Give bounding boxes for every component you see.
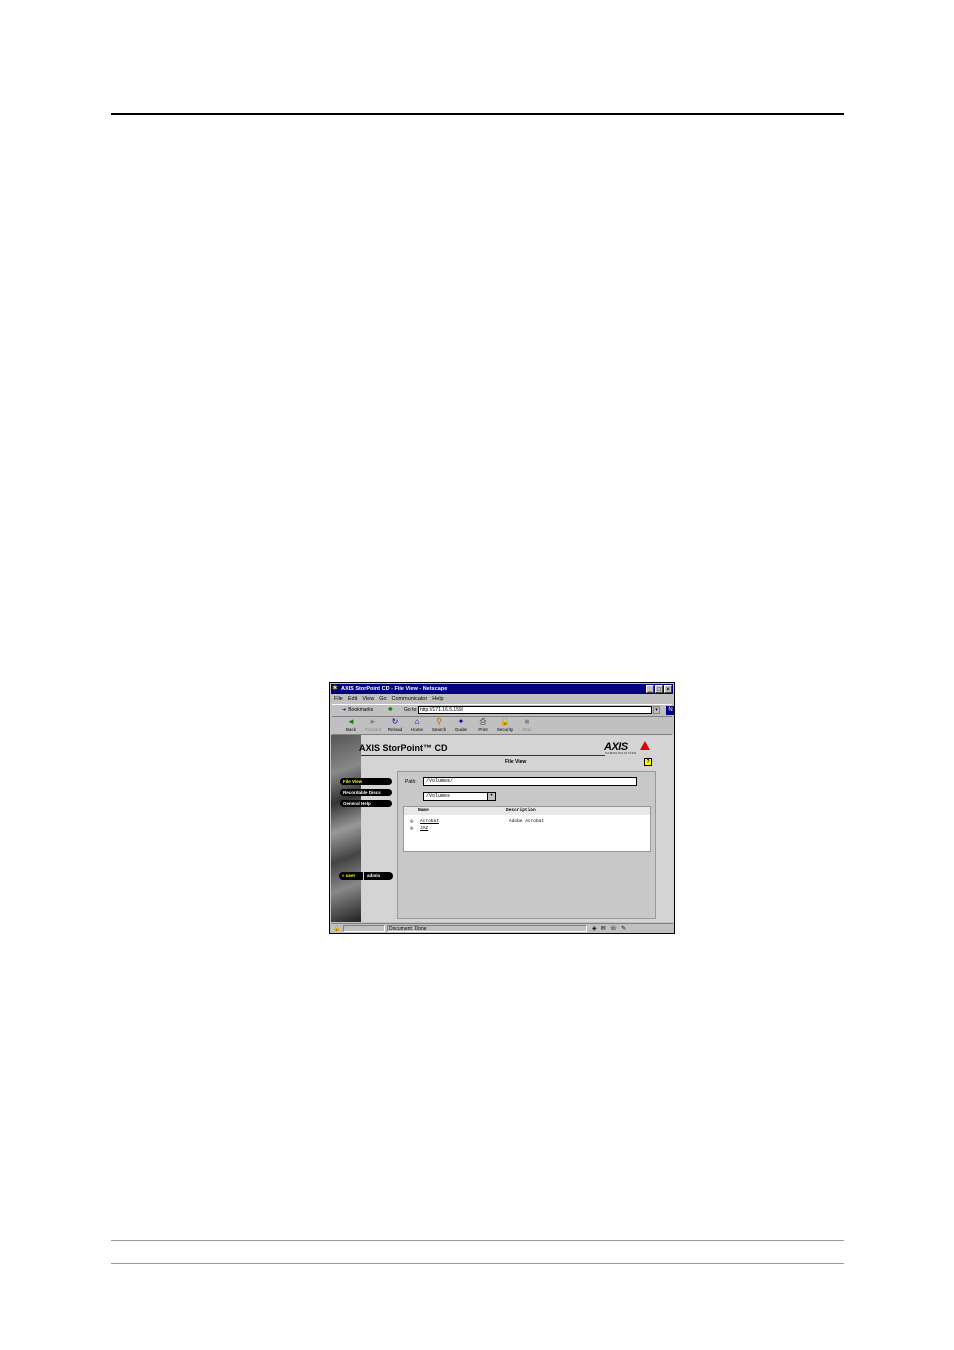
sidebar-item-recordable-discs[interactable]: Recordable Discs: [340, 789, 392, 796]
print-button[interactable]: ⎙ Print: [472, 716, 494, 734]
goto-label: Go to:: [404, 707, 418, 713]
web-content: AXIS StorPoint™ CD AXIS COMMUNICATIONS F…: [331, 735, 674, 922]
browser-window: ✶ AXIS StorPoint CD - File View - Netsca…: [329, 682, 675, 934]
print-label: Print: [478, 727, 488, 732]
back-arrow-icon: ◄: [347, 717, 355, 726]
stop-icon: ■: [524, 717, 530, 726]
minimize-button[interactable]: _: [646, 685, 654, 693]
user-mode-button[interactable]: » user: [339, 872, 363, 880]
navigator-icon[interactable]: ◈: [592, 925, 597, 933]
navigation-toolbar: ◄ Back ► Forward ↻ Reload ⌂ Home ⚲ Search ✦ Gu…: [332, 716, 672, 735]
bottom-rule-1: [111, 1240, 844, 1241]
path-input[interactable]: /Volumes/: [423, 777, 637, 786]
help-button[interactable]: ?: [644, 758, 652, 766]
folder-globe-icon: ⊕: [410, 825, 414, 832]
user-mode-toggle: » user admin: [339, 872, 393, 880]
table-row: ⊕ JAZ: [404, 825, 650, 833]
menu-file[interactable]: File: [334, 695, 343, 703]
menu-help[interactable]: Help: [432, 695, 443, 703]
menu-communicator[interactable]: Communicator: [392, 695, 428, 703]
decorative-banner: [331, 735, 361, 922]
security-button[interactable]: 🔒 Security: [494, 716, 516, 734]
reload-button[interactable]: ↻ Reload: [384, 716, 406, 734]
file-list-header: Name Description: [404, 807, 650, 815]
column-description: Description: [506, 808, 536, 813]
bookmarks-button[interactable]: ➜ Bookmarks: [342, 707, 373, 714]
column-name: Name: [418, 808, 429, 813]
home-label: Home: [410, 727, 423, 732]
search-label: Search: [431, 727, 447, 732]
stop-label: Stop: [522, 727, 532, 732]
volume-select[interactable]: /Volumes ▼: [423, 792, 496, 801]
url-input[interactable]: http://171.16.5.159/: [418, 706, 652, 714]
netscape-logo-icon[interactable]: N: [666, 706, 674, 715]
status-bar: 🔓 Document: Done ◈ ✉ ☏ ✎: [331, 923, 673, 933]
stop-button[interactable]: ■ Stop: [516, 716, 538, 734]
home-icon: ⌂: [414, 717, 420, 726]
back-label: Back: [345, 727, 356, 732]
bookmarks-label: Bookmarks: [348, 707, 374, 713]
page-proxy-icon[interactable]: ♣: [388, 706, 393, 714]
file-view-panel: Path: /Volumes/ /Volumes ▼ Name Descript…: [397, 771, 656, 919]
admin-mode-button[interactable]: admin: [364, 872, 393, 880]
bookmark-icon: ➜: [342, 707, 347, 713]
menu-view[interactable]: View: [362, 695, 374, 703]
guide-label: Guide: [454, 727, 467, 732]
guide-icon: ✦: [457, 717, 465, 726]
menu-bar: File Edit View Go Communicator Help: [332, 695, 444, 703]
window-title: AXIS StorPoint CD - File View - Netscape: [341, 686, 448, 692]
url-dropdown-icon[interactable]: ▾: [653, 706, 660, 714]
product-name: AXIS StorPoint™ CD: [359, 743, 448, 753]
home-button[interactable]: ⌂ Home: [406, 716, 428, 734]
forward-label: Forward: [364, 727, 382, 732]
search-button[interactable]: ⚲ Search: [428, 716, 450, 734]
composer-icon[interactable]: ✎: [621, 925, 626, 933]
search-icon: ⚲: [436, 717, 442, 726]
menu-go[interactable]: Go: [379, 695, 386, 703]
header-divider: [361, 755, 605, 756]
guide-button[interactable]: ✦ Guide: [450, 716, 472, 734]
forward-button[interactable]: ► Forward: [362, 716, 384, 734]
discussion-icon[interactable]: ☏: [610, 925, 618, 933]
back-button[interactable]: ◄ Back: [340, 716, 362, 734]
top-rule: [111, 113, 844, 115]
security-label: Security: [496, 727, 514, 732]
component-bar: ◈ ✉ ☏ ✎: [592, 925, 626, 933]
volume-select-value: /Volumes: [426, 793, 451, 799]
folder-globe-icon: ⊕: [410, 818, 414, 825]
reload-label: Reload: [387, 727, 403, 732]
reload-icon: ↻: [391, 717, 399, 726]
file-link[interactable]: JAZ: [420, 825, 428, 833]
title-bar: ✶ AXIS StorPoint CD - File View - Netsca…: [331, 684, 673, 694]
print-icon: ⎙: [479, 717, 487, 726]
mail-icon[interactable]: ✉: [601, 925, 606, 933]
security-status-icon: 🔓: [333, 926, 341, 932]
progress-bar: [343, 925, 385, 932]
menu-edit[interactable]: Edit: [348, 695, 357, 703]
close-button[interactable]: ×: [664, 685, 672, 693]
file-list: Name Description ⊕ Acrobat Adobe Acrobat…: [403, 806, 651, 852]
status-text: Document: Done: [387, 925, 587, 932]
axis-triangle-icon: [640, 741, 650, 750]
sidebar-item-general-help[interactable]: General Help: [340, 800, 392, 807]
netscape-icon: ✶: [332, 685, 338, 692]
path-label: Path:: [405, 779, 417, 785]
maximize-button[interactable]: □: [655, 685, 663, 693]
axis-logo-subtitle: COMMUNICATIONS: [605, 752, 637, 755]
lock-icon: 🔒: [500, 717, 510, 726]
bottom-rule-2: [111, 1263, 844, 1264]
forward-arrow-icon: ►: [369, 717, 377, 726]
page-title: File View: [505, 759, 527, 765]
sidebar-item-file-view[interactable]: File View: [340, 778, 392, 785]
chevron-down-icon: ▼: [487, 793, 495, 800]
